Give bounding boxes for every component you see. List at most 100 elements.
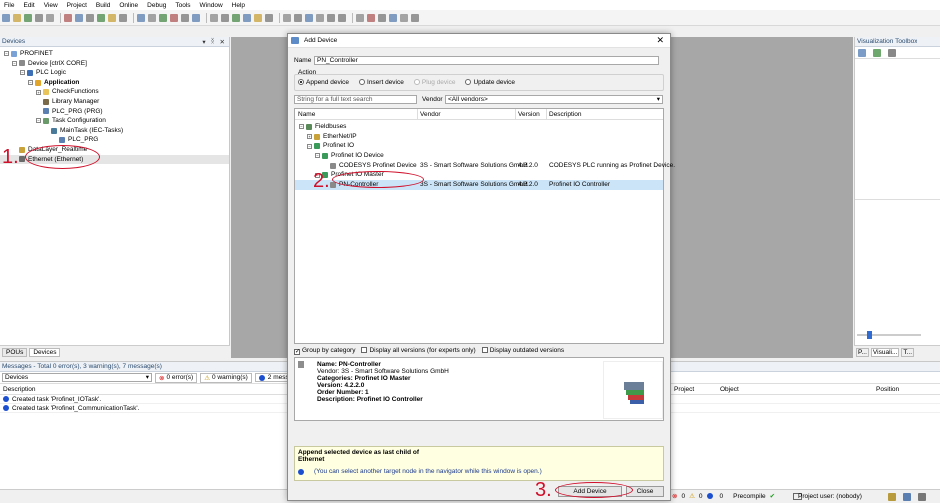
collapse-icon[interactable]: +: [307, 134, 312, 140]
col-object[interactable]: Object: [720, 384, 739, 395]
toolbar-button-icon[interactable]: [148, 13, 156, 22]
tree-item[interactable]: −PLC_PRG (PRG): [0, 107, 229, 117]
tree-item[interactable]: −PLC_PRG: [0, 135, 229, 145]
col-version[interactable]: Version: [518, 109, 540, 120]
menu-item[interactable]: View: [44, 2, 58, 9]
toolbar-button-icon[interactable]: [2, 13, 10, 22]
action-radio-1[interactable]: Insert device: [359, 79, 404, 86]
toolbar-button-icon[interactable]: [159, 13, 167, 22]
settings-icon[interactable]: [918, 493, 926, 501]
toolbar-button-icon[interactable]: [243, 13, 251, 22]
toolbar-button-icon[interactable]: [137, 13, 145, 22]
toolbar-button-icon[interactable]: [316, 13, 324, 22]
collapse-icon[interactable]: −: [20, 70, 25, 76]
toolbar-button-icon[interactable]: [367, 13, 375, 22]
tab-toolbox-visualization[interactable]: Visuali...: [870, 347, 900, 357]
add-device-button[interactable]: Add Device: [558, 486, 622, 497]
col-description[interactable]: Description: [3, 384, 36, 395]
catalog-row[interactable]: − Profinet IO: [295, 141, 663, 151]
close-icon[interactable]: ✕: [220, 38, 225, 46]
catalog-row[interactable]: − Profinet IO Device: [295, 151, 663, 161]
tree-item[interactable]: −MainTask (IEC-Tasks): [0, 126, 229, 136]
menu-item[interactable]: Edit: [23, 2, 34, 9]
messages-filter-dropdown[interactable]: Devices ▾: [2, 373, 152, 382]
toolbar-button-icon[interactable]: [283, 13, 291, 22]
catalog-row[interactable]: − Profinet IO Master: [295, 170, 663, 180]
col-name[interactable]: Name: [298, 109, 315, 120]
toolbar-button-icon[interactable]: [338, 13, 346, 22]
menu-item[interactable]: Build: [96, 2, 110, 9]
toolbar-button-icon[interactable]: [75, 13, 83, 22]
toolbar-button-icon[interactable]: [13, 13, 21, 22]
window-icon[interactable]: [903, 493, 911, 501]
toolbar-button-icon[interactable]: [378, 13, 386, 22]
collapse-icon[interactable]: −: [36, 118, 41, 124]
search-input[interactable]: String for a full text search: [294, 95, 417, 104]
toolbar-button-icon[interactable]: [119, 13, 127, 22]
toolbar-button-icon[interactable]: [254, 13, 262, 22]
toolbar-button-icon[interactable]: [64, 13, 72, 22]
tree-item[interactable]: − PLC Logic: [0, 68, 229, 78]
collapse-icon[interactable]: −: [4, 51, 9, 57]
toolbar-button-icon[interactable]: [108, 13, 116, 22]
collapse-icon[interactable]: −: [307, 143, 312, 149]
option-checkbox-2[interactable]: Display outdated versions: [481, 347, 564, 355]
vendor-select[interactable]: <All vendors> ▾: [445, 95, 663, 104]
toolbar-button-icon[interactable]: [294, 13, 302, 22]
toolbar-button-icon[interactable]: [192, 13, 200, 22]
collapse-icon[interactable]: −: [28, 80, 33, 86]
toolbar-button-icon[interactable]: [389, 13, 397, 22]
dropdown-icon[interactable]: ▾: [202, 38, 205, 46]
catalog-row[interactable]: CODESYS Profinet Device 3S - Smart Softwa…: [295, 161, 675, 171]
tree-item[interactable]: −Library Manager: [0, 97, 229, 107]
toolbar-button-icon[interactable]: [46, 13, 54, 22]
toolbar-button-icon[interactable]: [170, 13, 178, 22]
toolbar-button-icon[interactable]: [210, 13, 218, 22]
col-project[interactable]: Project: [674, 384, 694, 395]
tab-toolbox-p[interactable]: P...: [856, 347, 869, 357]
toolbar-button-icon[interactable]: [24, 13, 32, 22]
action-radio-0[interactable]: Append device: [298, 79, 349, 86]
menu-item[interactable]: Debug: [147, 2, 166, 9]
device-name-input[interactable]: PN_Controller: [314, 56, 659, 65]
user-icon[interactable]: [888, 493, 896, 501]
toolbox-tool-icon[interactable]: [858, 49, 866, 57]
toolbar-button-icon[interactable]: [86, 13, 94, 22]
collapse-icon[interactable]: +: [36, 89, 41, 95]
tab-toolbox-t[interactable]: T...: [901, 347, 915, 357]
warnings-filter-button[interactable]: ⚠ 0 warning(s): [200, 372, 252, 383]
toolbar-button-icon[interactable]: [400, 13, 408, 22]
col-vendor[interactable]: Vendor: [420, 109, 441, 120]
menu-item[interactable]: Project: [67, 2, 87, 9]
collapse-icon[interactable]: −: [12, 60, 17, 66]
toolbar-button-icon[interactable]: [35, 13, 43, 22]
errors-filter-button[interactable]: ⊗ 0 error(s): [155, 372, 198, 383]
tree-item[interactable]: + CheckFunctions: [0, 87, 229, 97]
toolbox-zoom-slider[interactable]: [857, 331, 939, 339]
tree-item[interactable]: − Application: [0, 78, 229, 88]
toolbar-button-icon[interactable]: [327, 13, 335, 22]
catalog-row[interactable]: + EtherNet/IP: [295, 132, 663, 142]
catalog-row[interactable]: − Fieldbuses: [295, 122, 663, 132]
toolbar-button-icon[interactable]: [221, 13, 229, 22]
tree-item[interactable]: − PROFINET: [0, 49, 229, 59]
menu-item[interactable]: Online: [119, 2, 138, 9]
menu-item[interactable]: Tools: [175, 2, 190, 9]
toolbar-button-icon[interactable]: [305, 13, 313, 22]
toolbox-tool-icon[interactable]: [888, 49, 896, 57]
close-button[interactable]: Close: [626, 486, 664, 497]
col-description[interactable]: Description: [549, 109, 582, 120]
toolbar-button-icon[interactable]: [265, 13, 273, 22]
toolbar-button-icon[interactable]: [411, 13, 419, 22]
tab-pous[interactable]: POUs: [2, 347, 28, 357]
menu-item[interactable]: Window: [200, 2, 223, 9]
toolbox-tool-icon[interactable]: [873, 49, 881, 57]
tree-item[interactable]: − Task Configuration: [0, 116, 229, 126]
tree-item[interactable]: −Ethernet (Ethernet): [0, 154, 229, 165]
tree-item[interactable]: −DataLayer_Realtime: [0, 145, 229, 155]
menu-item[interactable]: Help: [232, 2, 245, 9]
option-checkbox-1[interactable]: Display all versions (for experts only): [361, 347, 476, 355]
pin-icon[interactable]: ᛝ: [211, 38, 215, 46]
menu-item[interactable]: File: [4, 2, 14, 9]
catalog-row[interactable]: PN-Controller 3S - Smart Software Solutio…: [295, 180, 663, 190]
